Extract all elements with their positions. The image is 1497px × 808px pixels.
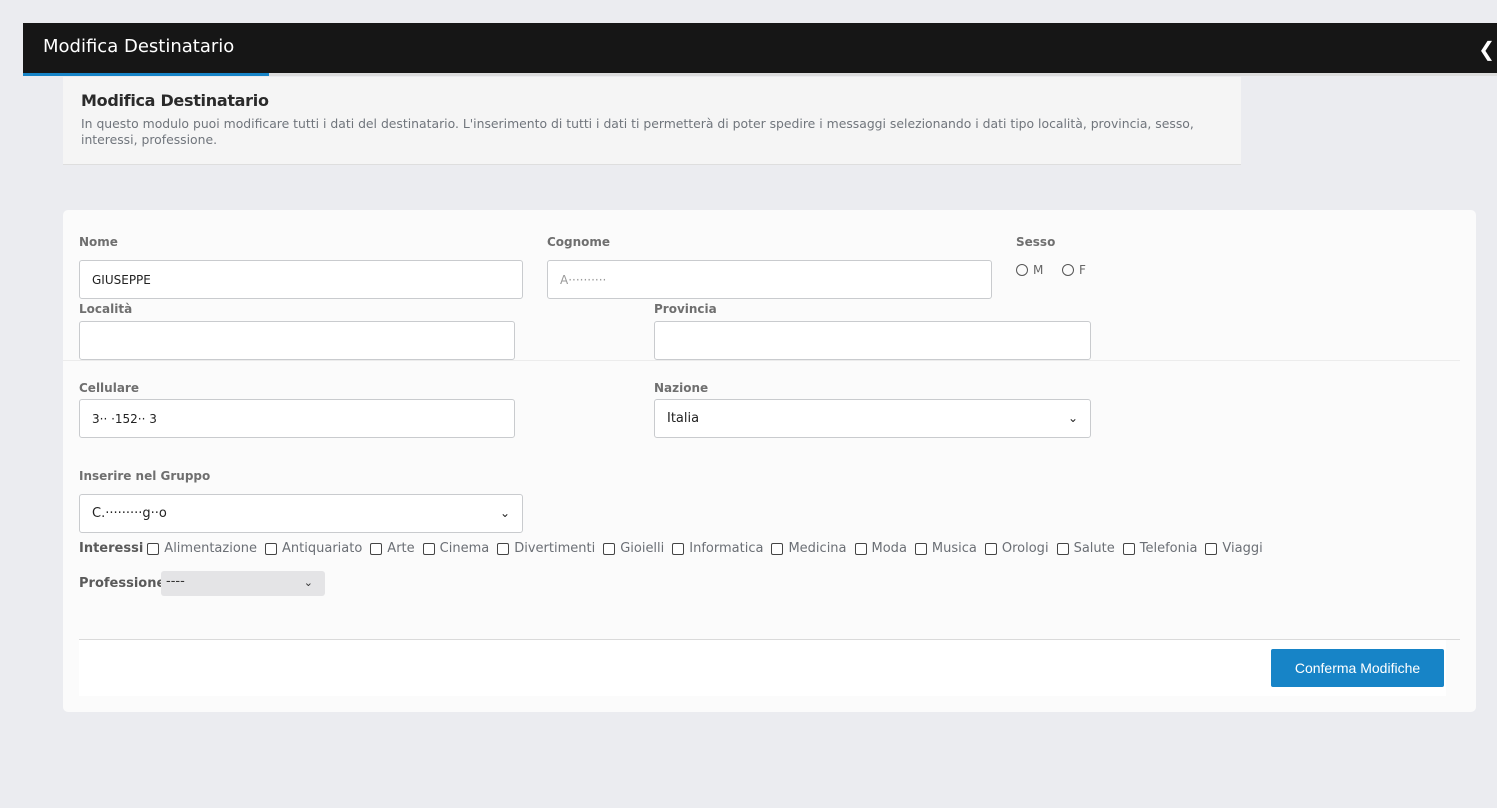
interesse-checkbox[interactable]: Gioielli (603, 541, 664, 556)
top-bar: Modifica Destinatario ❮ (23, 23, 1497, 76)
interesse-checkbox[interactable]: Viaggi (1205, 541, 1263, 556)
checkbox-icon (422, 542, 435, 555)
checkbox-icon (603, 542, 616, 555)
interesse-checkbox[interactable]: Moda (854, 541, 907, 556)
nazione-label: Nazione (654, 381, 709, 395)
confirm-changes-button[interactable]: Conferma Modifiche (1271, 649, 1444, 687)
checkbox-icon (1122, 542, 1135, 555)
interesse-label: Salute (1073, 541, 1115, 556)
sesso-radio-m[interactable]: M (1016, 263, 1043, 277)
professione-label: Professione (79, 576, 166, 591)
interesse-label: Arte (387, 541, 415, 556)
interesse-checkbox[interactable]: Informatica (672, 541, 763, 556)
radio-circle-icon (1016, 264, 1028, 276)
interesse-label: Divertimenti (514, 541, 596, 556)
interesse-label: Cinema (439, 541, 490, 556)
checkbox-icon (771, 542, 784, 555)
chevron-down-icon: ⌄ (499, 506, 510, 520)
sesso-option-m: M (1033, 263, 1044, 277)
interesse-label: Orologi (1001, 541, 1049, 556)
page-title: Modifica Destinatario (43, 36, 235, 57)
nome-input[interactable]: GIUSEPPE (79, 260, 523, 299)
interesse-label: Informatica (689, 541, 764, 556)
checkbox-icon (265, 542, 278, 555)
row-divider (63, 360, 1460, 361)
form-footer (79, 640, 1446, 696)
cognome-input[interactable]: A·········· (547, 260, 992, 299)
checkbox-icon (147, 542, 160, 555)
gruppo-label: Inserire nel Gruppo (79, 469, 211, 483)
interesse-label: Alimentazione (164, 541, 258, 556)
cellulare-input[interactable]: 3·· ·152·· 3 (79, 399, 515, 438)
cognome-label: Cognome (547, 235, 611, 249)
checkbox-icon (984, 542, 997, 555)
gruppo-value: C.·········g··o (92, 506, 167, 521)
interesse-label: Gioielli (620, 541, 665, 556)
checkbox-icon (854, 542, 867, 555)
intro-panel: Modifica Destinatario In questo modulo p… (63, 77, 1241, 165)
sesso-radio-f[interactable]: F (1062, 263, 1086, 277)
interessi-label: Interessi (79, 541, 144, 556)
checkbox-icon (370, 542, 383, 555)
chevron-down-icon: ⌄ (1067, 411, 1078, 425)
interesse-checkbox[interactable]: Alimentazione (147, 541, 257, 556)
checkbox-icon (1056, 542, 1069, 555)
interesse-label: Moda (871, 541, 907, 556)
sesso-option-f: F (1079, 263, 1086, 277)
checkbox-icon (914, 542, 927, 555)
cellulare-label: Cellulare (79, 381, 139, 395)
provincia-label: Provincia (654, 302, 717, 316)
interesse-checkbox[interactable]: Musica (914, 541, 977, 556)
form-card: Nome GIUSEPPE Cognome A·········· Sesso … (63, 210, 1476, 712)
intro-heading: Modifica Destinatario (81, 91, 269, 110)
sesso-label: Sesso (1016, 235, 1056, 249)
title-accent-bar (23, 73, 269, 76)
interesse-checkbox[interactable]: Medicina (771, 541, 847, 556)
gruppo-select[interactable]: C.·········g··o ⌄ (79, 494, 523, 533)
provincia-input[interactable] (654, 321, 1091, 360)
professione-select[interactable]: ---- ⌄ (161, 571, 325, 596)
interesse-label: Antiquariato (282, 541, 363, 556)
checkbox-icon (1205, 542, 1218, 555)
nome-label: Nome (79, 235, 118, 249)
interesse-checkbox[interactable]: Arte (370, 541, 415, 556)
interesse-checkbox[interactable]: Antiquariato (265, 541, 362, 556)
interesse-label: Viaggi (1222, 541, 1263, 556)
professione-value: ---- (166, 574, 185, 589)
interesse-checkbox[interactable]: Divertimenti (497, 541, 595, 556)
interesse-checkbox[interactable]: Salute (1056, 541, 1115, 556)
checkbox-icon (497, 542, 510, 555)
localita-label: Località (79, 302, 133, 316)
interessi-group: Interessi Alimentazione Antiquariato Art… (79, 541, 1271, 556)
interesse-label: Musica (931, 541, 977, 556)
interesse-checkbox[interactable]: Orologi (984, 541, 1049, 556)
nazione-select[interactable]: Italia ⌄ (654, 399, 1091, 438)
intro-description: In questo modulo puoi modificare tutti i… (81, 116, 1194, 147)
checkbox-icon (672, 542, 685, 555)
interesse-label: Telefonia (1139, 541, 1198, 556)
localita-input[interactable] (79, 321, 515, 360)
chevron-left-icon[interactable]: ❮ (1478, 37, 1495, 61)
chevron-down-icon: ⌄ (303, 576, 313, 589)
interesse-checkbox[interactable]: Telefonia (1122, 541, 1198, 556)
nazione-value: Italia (667, 411, 700, 426)
interesse-checkbox[interactable]: Cinema (422, 541, 490, 556)
radio-circle-icon (1062, 264, 1074, 276)
interesse-label: Medicina (788, 541, 847, 556)
